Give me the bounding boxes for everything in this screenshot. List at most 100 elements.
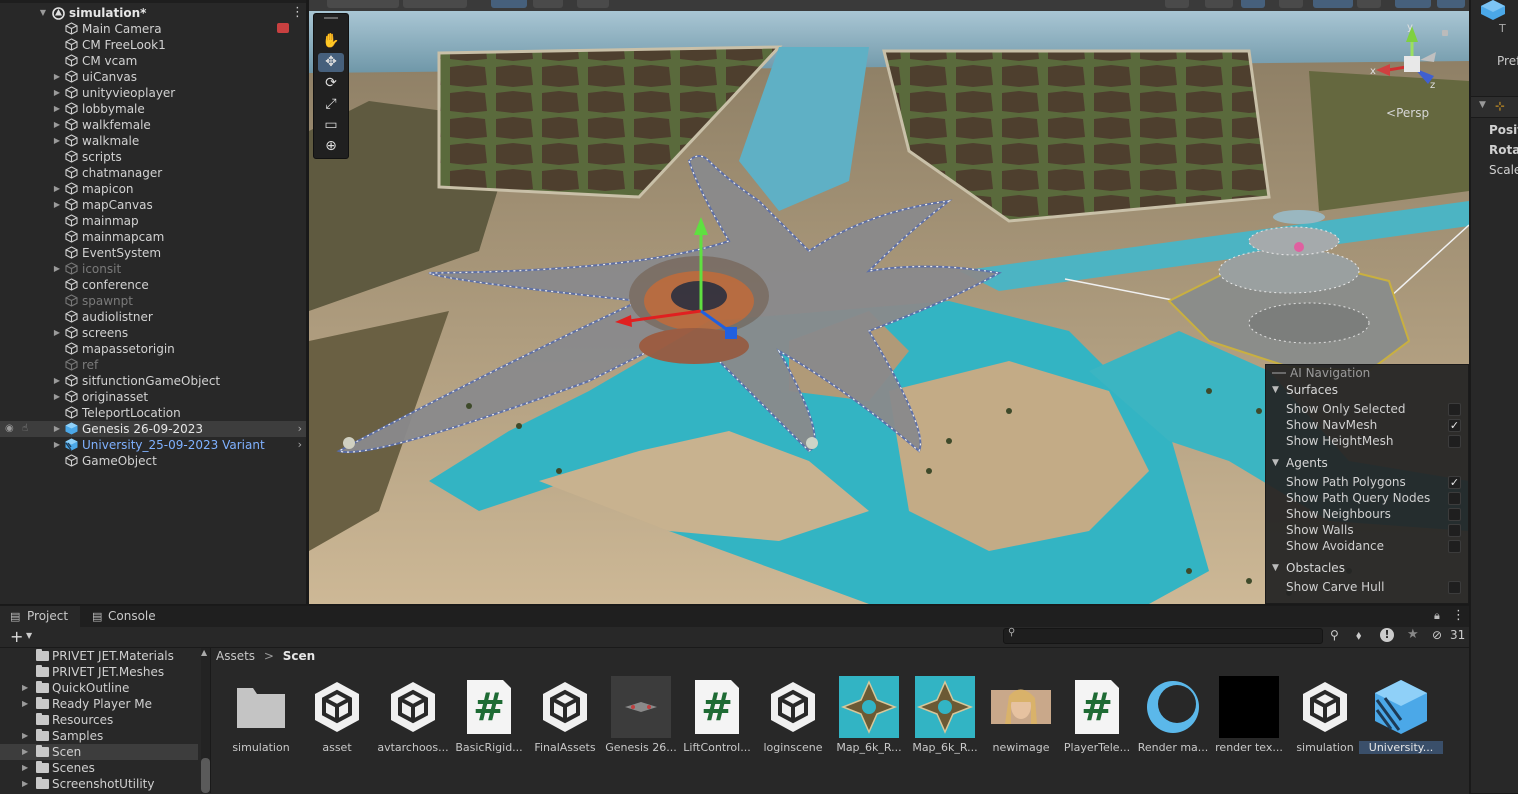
expand-arrow-icon[interactable]: ▶ <box>52 69 62 85</box>
ai-nav-option[interactable]: Show Avoidance <box>1266 538 1468 554</box>
ai-nav-section-header[interactable]: ▼ Obstacles <box>1266 560 1468 576</box>
breadcrumb-current[interactable]: Scen <box>283 649 315 663</box>
checkbox-unchecked[interactable] <box>1448 492 1461 505</box>
expand-arrow-icon[interactable]: ▶ <box>22 744 28 760</box>
draw-mode-button[interactable] <box>1165 0 1189 8</box>
folder-scrollbar[interactable]: ▲ <box>201 648 210 793</box>
asset-tile[interactable]: loginscene <box>755 676 827 756</box>
open-prefab-chevron-icon[interactable]: › <box>298 437 302 453</box>
folder-item[interactable]: Resources <box>0 712 198 728</box>
asset-tile[interactable]: University... <box>1359 676 1443 756</box>
expand-arrow-icon[interactable]: ▶ <box>22 760 28 776</box>
expand-arrow-icon[interactable]: ▶ <box>22 696 28 712</box>
asset-tile[interactable]: simulation <box>223 676 295 756</box>
hierarchy-item[interactable]: ref <box>0 357 306 373</box>
asset-tile[interactable]: Genesis 26... <box>603 676 677 756</box>
hierarchy-item[interactable]: CM FreeLook1 <box>0 37 306 53</box>
checkbox-unchecked[interactable] <box>1448 540 1461 553</box>
collapse-arrow-icon[interactable]: ▼ <box>1272 455 1279 471</box>
folder-item[interactable]: ▶ QuickOutline <box>0 680 198 696</box>
scroll-up-arrow-icon[interactable]: ▲ <box>201 648 207 657</box>
hierarchy-item[interactable]: EventSystem <box>0 245 306 261</box>
asset-tile[interactable]: Map_6k_R... <box>831 676 903 756</box>
scale-tool-icon[interactable]: ⤢ <box>318 95 344 114</box>
filter-by-type-icon[interactable]: ⚲ <box>1330 628 1339 642</box>
camera-settings-button[interactable] <box>1395 0 1431 8</box>
asset-tile[interactable]: newimage <box>983 676 1055 756</box>
asset-tile[interactable]: asset <box>299 676 371 756</box>
checkbox-checked[interactable]: ✓ <box>1448 419 1461 432</box>
expand-arrow-icon[interactable]: ▶ <box>52 101 62 117</box>
ai-nav-section-header[interactable]: ▼ Surfaces <box>1266 382 1468 398</box>
move-tool-icon[interactable]: ✥ <box>318 53 344 72</box>
hierarchy-item[interactable]: ▶ walkfemale <box>0 117 306 133</box>
collapse-arrow-icon[interactable]: ▼ <box>1272 560 1279 576</box>
expand-arrow-icon[interactable]: ▶ <box>22 776 28 792</box>
asset-tile[interactable]: Render ma... <box>1135 676 1208 756</box>
more-menu-icon[interactable]: ⋮ <box>1452 608 1465 623</box>
hierarchy-item[interactable]: Main Camera <box>0 21 306 37</box>
expand-arrow-icon[interactable]: ▶ <box>52 261 62 277</box>
ai-nav-option[interactable]: Show Carve Hull <box>1266 579 1468 595</box>
hidden-packages-icon[interactable]: ⊘ <box>1432 628 1442 642</box>
expand-arrow-icon[interactable]: ▶ <box>52 117 62 133</box>
folder-item[interactable]: ▶ Scen <box>0 744 198 760</box>
folder-item[interactable]: ▶ Samples <box>0 728 198 744</box>
hierarchy-item[interactable]: ▶ originasset <box>0 389 306 405</box>
grid-button[interactable] <box>577 0 609 8</box>
hierarchy-item[interactable]: scripts <box>0 149 306 165</box>
checkbox-unchecked[interactable] <box>1448 403 1461 416</box>
hierarchy-item[interactable]: CM vcam <box>0 53 306 69</box>
expand-arrow-icon[interactable]: ▶ <box>52 421 62 437</box>
rect-tool-icon[interactable]: ▭ <box>318 116 344 135</box>
visibility-eye-icon[interactable]: ◉ <box>5 421 14 437</box>
checkbox-checked[interactable]: ✓ <box>1448 476 1461 489</box>
folder-item[interactable]: PRIVET JET.Meshes <box>0 664 198 680</box>
ai-nav-option[interactable]: Show Only Selected <box>1266 401 1468 417</box>
ai-nav-option[interactable]: Show Neighbours <box>1266 506 1468 522</box>
expand-arrow-icon[interactable]: ▶ <box>52 85 62 101</box>
asset-tile[interactable]: # BasicRigid... <box>451 676 523 756</box>
asset-tile[interactable]: FinalAssets <box>527 676 599 756</box>
expand-arrow-icon[interactable]: ▼ <box>38 5 48 21</box>
asset-tile[interactable]: # LiftControl... <box>679 676 751 756</box>
hierarchy-item[interactable]: conference <box>0 277 306 293</box>
scene-root-row[interactable]: ▼ simulation* ⋮ <box>0 5 306 21</box>
expand-arrow-icon[interactable]: ▶ <box>52 133 62 149</box>
snap-increment-button[interactable] <box>533 0 563 8</box>
lock-icon[interactable]: 🔒︎ <box>1434 609 1440 623</box>
asset-tile[interactable]: simulation <box>1287 676 1359 756</box>
lighting-toggle[interactable] <box>1241 0 1265 8</box>
checkbox-unchecked[interactable] <box>1448 581 1461 594</box>
projection-toggle[interactable]: <Persp <box>1386 106 1429 120</box>
folder-item[interactable]: ▶ Scenes <box>0 760 198 776</box>
tab-console[interactable]: ▤ Console <box>84 606 164 627</box>
open-prefab-chevron-icon[interactable]: › <box>298 421 302 437</box>
collapse-arrow-icon[interactable]: ▼ <box>1479 100 1486 110</box>
scrollbar-thumb[interactable] <box>201 758 210 793</box>
asset-tile[interactable]: Map_6k_R... <box>907 676 979 756</box>
favorites-star-icon[interactable]: ★ <box>1407 627 1419 642</box>
space-dropdown[interactable] <box>403 0 467 8</box>
hand-tool-icon[interactable]: ✋ <box>318 32 344 51</box>
pickability-hand-icon[interactable]: ☝ <box>22 421 28 437</box>
hierarchy-item[interactable]: ▶ unityvieoplayer <box>0 85 306 101</box>
breadcrumb-assets[interactable]: Assets <box>216 649 255 663</box>
create-plus-icon[interactable]: + <box>10 627 23 646</box>
project-search-input[interactable]: ⚲ <box>1003 627 1323 644</box>
hierarchy-item[interactable]: ▶ uiCanvas <box>0 69 306 85</box>
hierarchy-item[interactable]: ▶ mapicon <box>0 181 306 197</box>
ai-navigation-header[interactable]: AI Navigation <box>1266 365 1468 381</box>
asset-tile[interactable]: # PlayerTele... <box>1059 676 1131 756</box>
filter-by-label-icon[interactable]: ⬧ <box>1356 628 1361 643</box>
hierarchy-item[interactable]: spawnpt <box>0 293 306 309</box>
folder-item[interactable]: PRIVET JET.Materials <box>0 648 198 664</box>
hierarchy-item[interactable]: mainmap <box>0 213 306 229</box>
create-dropdown-icon[interactable]: ▼ <box>26 631 32 640</box>
toggle-2d-button[interactable] <box>1205 0 1233 8</box>
hierarchy-item[interactable]: ▶ screens <box>0 325 306 341</box>
ai-nav-option[interactable]: Show NavMesh ✓ <box>1266 417 1468 433</box>
checkbox-unchecked[interactable] <box>1448 508 1461 521</box>
drag-handle-icon[interactable] <box>324 17 338 19</box>
expand-arrow-icon[interactable]: ▶ <box>52 181 62 197</box>
